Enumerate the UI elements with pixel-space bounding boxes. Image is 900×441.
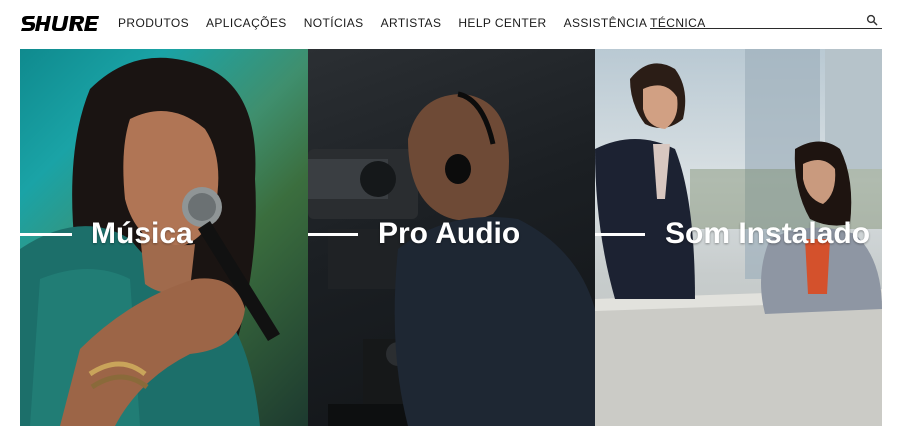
panel-divider-line <box>595 232 645 236</box>
panel-title-musica: Música <box>91 217 193 250</box>
nav-item-noticias[interactable]: NOTÍCIAS <box>304 16 364 30</box>
shure-logo[interactable] <box>20 14 102 34</box>
main-nav: PRODUTOS APLICAÇÕES NOTÍCIAS ARTISTAS HE… <box>118 16 723 30</box>
search-bar <box>650 12 882 29</box>
panel-divider-line <box>308 232 358 236</box>
search-input[interactable] <box>650 12 860 28</box>
hero-panels: Música Pro Audio Som Instalado <box>20 49 882 426</box>
nav-item-artistas[interactable]: ARTISTAS <box>381 16 442 30</box>
shure-logo-wordmark <box>21 16 99 31</box>
panel-som-instalado[interactable]: Som Instalado <box>595 49 882 426</box>
panel-label-pro-audio: Pro Audio <box>308 217 595 251</box>
site-header: PRODUTOS APLICAÇÕES NOTÍCIAS ARTISTAS HE… <box>0 0 900 48</box>
panel-divider-line <box>20 232 72 236</box>
nav-item-aplicacoes[interactable]: APLICAÇÕES <box>206 16 287 30</box>
panel-title-som-instalado: Som Instalado <box>665 217 871 250</box>
nav-item-produtos[interactable]: PRODUTOS <box>118 16 189 30</box>
nav-item-help-center[interactable]: HELP CENTER <box>458 16 546 30</box>
panel-title-pro-audio: Pro Audio <box>378 217 521 250</box>
panel-label-musica: Música <box>20 217 308 251</box>
panel-pro-audio[interactable]: Pro Audio <box>308 49 595 426</box>
panel-label-som-instalado: Som Instalado <box>595 217 882 251</box>
search-icon[interactable] <box>866 13 878 26</box>
panel-musica[interactable]: Música <box>20 49 308 426</box>
